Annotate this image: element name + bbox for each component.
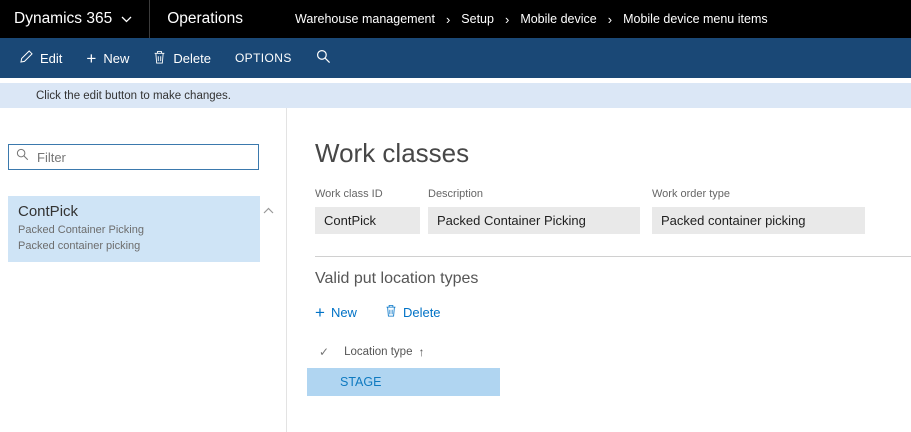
grid-cell-location-type: STAGE [340,375,381,389]
grid-column-header-location-type[interactable]: Location type [344,346,412,358]
trash-icon [153,50,166,67]
topbar-divider [149,0,150,38]
action-bar: Edit + New Delete OPTIONS [0,38,911,78]
search-icon [16,148,29,166]
message-bar: Click the edit button to make changes. [0,83,911,108]
breadcrumb-separator-icon: › [505,12,509,27]
app-name[interactable]: Operations [167,10,243,28]
list-item-subtitle-2: Packed container picking [18,240,250,252]
select-all-checkmark-icon[interactable]: ✓ [319,345,329,359]
filter-box [8,144,259,170]
message-bar-text: Click the edit button to make changes. [36,90,231,102]
grid-delete-label: Delete [403,305,441,320]
field-description: Description Packed Container Picking [428,188,640,234]
options-menu-button[interactable]: OPTIONS [229,47,298,69]
delete-button[interactable]: Delete [147,46,217,71]
grid-new-label: New [331,305,357,320]
page-title: Work classes [315,138,911,169]
search-button[interactable] [310,45,337,71]
field-value[interactable]: ContPick [315,207,420,234]
section-toolbar: + New Delete [315,304,911,320]
field-label: Work class ID [315,188,420,200]
options-label: OPTIONS [235,51,292,65]
field-work-class-id: Work class ID ContPick [315,188,420,234]
section-divider [315,256,911,257]
app-window: Dynamics 365 Operations Warehouse manage… [0,0,911,432]
new-label: New [103,51,129,66]
field-label: Work order type [652,188,865,200]
breadcrumb-item-setup[interactable]: Setup [461,12,494,26]
field-work-order-type: Work order type Packed container picking [652,188,865,234]
breadcrumb-item-mobile-device-menu-items[interactable]: Mobile device menu items [623,12,768,26]
content-area: ContPick Packed Container Picking Packed… [0,108,911,432]
plus-icon: + [315,306,325,319]
grid-header-row: ✓ Location type ↑ [315,345,911,359]
brand-label: Dynamics 365 [14,10,112,28]
breadcrumb-item-mobile-device[interactable]: Mobile device [520,12,596,26]
field-label: Description [428,188,640,200]
scrollbar-up-icon[interactable] [263,201,274,219]
grid-row-stage[interactable]: STAGE [307,368,500,396]
delete-label: Delete [173,51,211,66]
brand-menu[interactable]: Dynamics 365 [14,10,132,28]
grid-delete-button[interactable]: Delete [385,304,441,320]
list-item-contpick[interactable]: ContPick Packed Container Picking Packed… [8,196,260,262]
field-value[interactable]: Packed container picking [652,207,865,234]
breadcrumb-separator-icon: › [446,12,450,27]
new-button[interactable]: + New [80,47,135,70]
list-item-subtitle-1: Packed Container Picking [18,224,250,236]
search-icon [316,49,331,67]
breadcrumb-separator-icon: › [608,12,612,27]
trash-icon [385,304,397,320]
section-title: Valid put location types [315,270,911,288]
sort-ascending-icon: ↑ [418,345,424,359]
detail-panel: Work classes Work class ID ContPick Desc… [287,108,911,432]
filter-input[interactable] [35,149,258,166]
top-nav-bar: Dynamics 365 Operations Warehouse manage… [0,0,911,38]
breadcrumb: Warehouse management › Setup › Mobile de… [295,12,768,27]
record-list-panel: ContPick Packed Container Picking Packed… [0,108,287,432]
plus-icon: + [86,52,96,65]
list-item-title: ContPick [18,203,250,220]
chevron-down-icon [121,16,132,23]
field-value[interactable]: Packed Container Picking [428,207,640,234]
breadcrumb-item-warehouse-management[interactable]: Warehouse management [295,12,435,26]
pencil-icon [20,50,33,66]
edit-label: Edit [40,51,62,66]
grid-new-button[interactable]: + New [315,305,357,320]
edit-button[interactable]: Edit [14,46,68,70]
field-group-row: Work class ID ContPick Description Packe… [315,188,911,234]
